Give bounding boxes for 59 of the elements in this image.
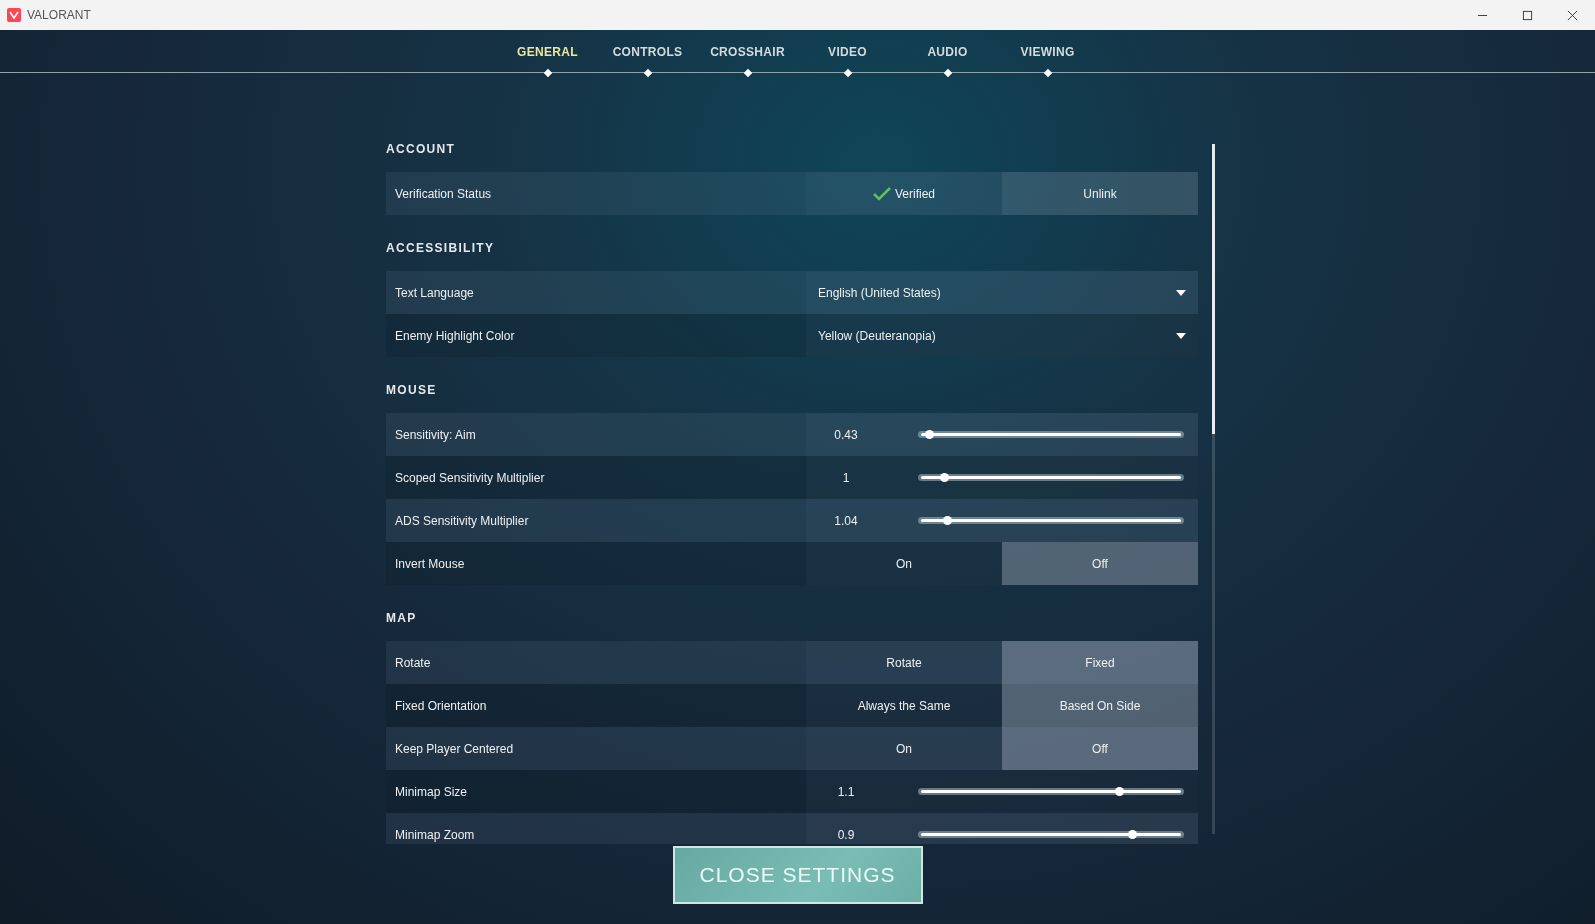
tab[interactable]: AUDIO	[927, 45, 968, 59]
slider-track[interactable]	[918, 431, 1184, 438]
caret-icon	[1176, 332, 1186, 339]
setting-label: Invert Mouse	[395, 556, 465, 571]
close-icon[interactable]	[1567, 9, 1578, 21]
unlink-button[interactable]: Unlink	[1002, 172, 1198, 215]
slider-value: 1.1	[837, 784, 855, 799]
slider-track[interactable]	[918, 517, 1184, 524]
section-heading: ACCOUNT	[386, 141, 457, 158]
slider-value: 1.04	[834, 513, 858, 528]
setting-label: Scoped Sensitivity Multiplier	[395, 470, 545, 485]
toggle-option[interactable]: Based On Side	[1002, 684, 1198, 727]
tab[interactable]: VIDEO	[828, 45, 867, 59]
dropdown[interactable]: English (United States)	[806, 271, 1198, 314]
scrollbar-thumb[interactable]	[1212, 144, 1215, 434]
slider-thumb[interactable]	[943, 516, 952, 525]
setting-label: Text Language	[395, 285, 474, 300]
slider-thumb[interactable]	[1114, 787, 1124, 796]
setting-label: Minimap Zoom	[395, 827, 475, 842]
section-heading: MAP	[386, 610, 418, 627]
tab[interactable]: VIEWING	[1020, 45, 1075, 59]
setting-label: ADS Sensitivity Multiplier	[395, 513, 529, 528]
toggle-option[interactable]: Rotate	[806, 641, 1002, 684]
app-logo-icon	[7, 8, 21, 22]
dropdown-value: Yellow (Deuteranopia)	[818, 328, 936, 343]
setting-label: Minimap Size	[395, 784, 468, 799]
status-text: Verified	[895, 186, 935, 201]
slider-track[interactable]	[918, 788, 1184, 795]
section-heading: MOUSE	[386, 382, 438, 399]
window-title: VALORANT	[27, 8, 91, 22]
tab[interactable]: GENERAL	[517, 45, 578, 59]
dropdown[interactable]: Yellow (Deuteranopia)	[806, 314, 1198, 357]
slider-track[interactable]	[918, 474, 1184, 481]
setting-label: Enemy Highlight Color	[395, 328, 515, 343]
toggle-option[interactable]: On	[806, 727, 1002, 770]
maximize-icon[interactable]	[1522, 9, 1533, 21]
tab[interactable]: CONTROLS	[612, 45, 683, 59]
toggle-option[interactable]: Fixed	[1002, 641, 1198, 684]
dropdown-value: English (United States)	[818, 285, 941, 300]
setting-label: Sensitivity: Aim	[395, 427, 476, 442]
setting-label: Fixed Orientation	[395, 698, 487, 713]
toggle-option[interactable]: Always the Same	[806, 684, 1002, 727]
toggle-option[interactable]: On	[806, 542, 1002, 585]
section-heading: ACCESSIBILITY	[386, 240, 496, 257]
slider-thumb[interactable]	[924, 430, 934, 439]
slider-track[interactable]	[918, 831, 1184, 838]
toggle-option[interactable]: Off	[1002, 727, 1198, 770]
caret-icon	[1176, 289, 1186, 296]
slider-thumb[interactable]	[1127, 830, 1137, 839]
slider-value: 0.43	[834, 427, 858, 442]
slider-value: 1	[842, 470, 850, 485]
tab[interactable]: CROSSHAIR	[710, 45, 785, 59]
toggle-option[interactable]: Off	[1002, 542, 1198, 585]
setting-label: Rotate	[395, 655, 431, 670]
slider-value: 0.9	[837, 827, 855, 842]
scrollbar[interactable]	[1212, 144, 1215, 834]
slider-thumb[interactable]	[940, 473, 950, 482]
setting-label: Keep Player Centered	[395, 741, 514, 756]
setting-label: Verification Status	[395, 186, 492, 201]
